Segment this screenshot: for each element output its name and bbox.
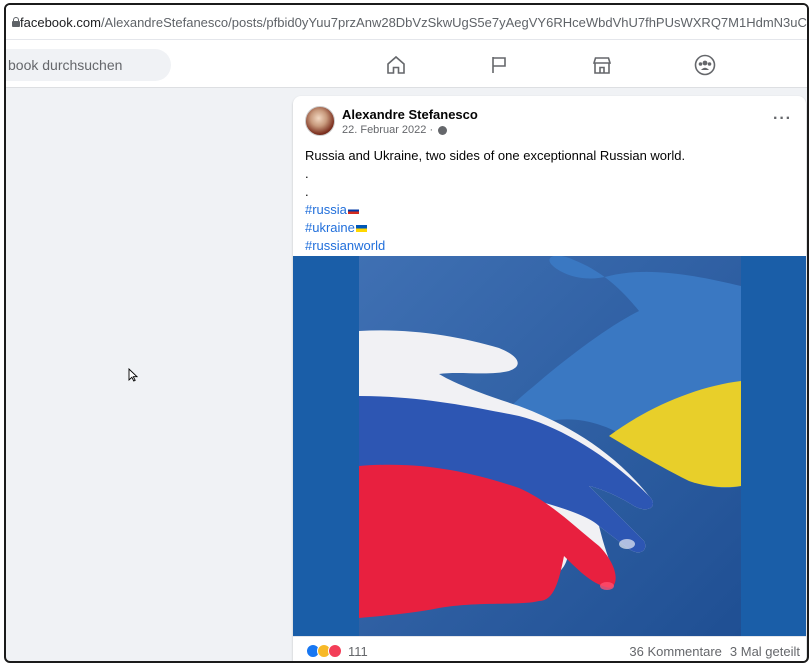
- handshake-image: [359, 256, 741, 636]
- more-options-button[interactable]: ···: [773, 110, 792, 128]
- post-author[interactable]: Alexandre Stefanesco: [342, 107, 478, 122]
- post-text-line: .: [305, 184, 309, 199]
- url-host: facebook.com: [20, 14, 101, 30]
- search-input[interactable]: book durchsuchen: [6, 49, 171, 81]
- search-text: book durchsuchen: [8, 57, 123, 73]
- avatar[interactable]: [305, 106, 335, 136]
- url-path: /AlexandreStefanesco/posts/pfbid0yYuu7pr…: [100, 14, 807, 30]
- reaction-count[interactable]: 111: [348, 644, 368, 659]
- flag-icon[interactable]: [488, 54, 510, 76]
- hashtag-link[interactable]: #ukraine: [305, 220, 355, 235]
- address-bar[interactable]: facebook.com/AlexandreStefanesco/posts/p…: [6, 5, 807, 40]
- post-date[interactable]: 22. Februar 2022 ·: [342, 124, 448, 136]
- globe-icon: [438, 125, 448, 135]
- comments-count[interactable]: 36 Kommentare: [629, 644, 722, 659]
- home-icon[interactable]: [385, 54, 407, 76]
- post-date-text: 22. Februar 2022 ·: [342, 124, 434, 136]
- mouse-cursor-icon: [128, 368, 138, 382]
- post-text-line: Russia and Ukraine, two sides of one exc…: [305, 148, 686, 163]
- marketplace-icon[interactable]: [591, 54, 613, 76]
- post-image[interactable]: [293, 256, 806, 636]
- reactions[interactable]: [306, 644, 342, 658]
- post-stats: 36 Kommentare 3 Mal geteilt: [629, 644, 800, 659]
- shares-count[interactable]: 3 Mal geteilt: [730, 644, 800, 659]
- ukraine-flag-icon: [355, 225, 367, 233]
- hashtag-link[interactable]: #russianworld: [305, 238, 385, 253]
- post-card: Alexandre Stefanesco 22. Februar 2022 · …: [293, 96, 806, 661]
- russia-flag-icon: [347, 207, 359, 215]
- love-reaction-icon: [328, 644, 342, 658]
- post-footer: 111 36 Kommentare 3 Mal geteilt: [293, 636, 806, 661]
- groups-icon[interactable]: [694, 54, 716, 76]
- facebook-top-nav: book durchsuchen: [6, 40, 807, 88]
- post-text-line: .: [305, 166, 309, 181]
- post-text: Russia and Ukraine, two sides of one exc…: [305, 147, 685, 255]
- hashtag-link[interactable]: #russia: [305, 202, 347, 217]
- browser-window: facebook.com/AlexandreStefanesco/posts/p…: [4, 3, 809, 663]
